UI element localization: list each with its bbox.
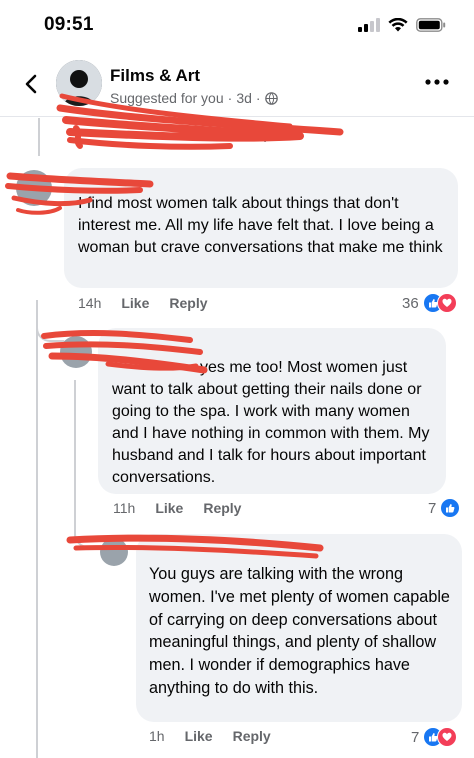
comment-text: I find most women talk about things that… <box>78 195 443 256</box>
view-replies-link[interactable]: replies <box>250 126 294 143</box>
page-avatar[interactable] <box>56 60 102 106</box>
comment-actions: 14h Like Reply <box>78 295 208 311</box>
more-icon[interactable] <box>422 74 452 90</box>
like-button[interactable]: Like <box>185 728 213 744</box>
comment-time[interactable]: 14h <box>78 295 101 311</box>
reply-button[interactable]: Reply <box>169 295 207 311</box>
reaction-count: 7 <box>428 499 437 517</box>
meta-separator: · <box>255 90 261 106</box>
comment-time[interactable]: 11h <box>113 500 135 516</box>
comment-time[interactable]: 1h <box>149 728 165 744</box>
meta-separator: · <box>227 90 233 106</box>
globe-icon <box>264 91 278 105</box>
thread-line <box>38 118 40 156</box>
wifi-icon <box>388 18 408 32</box>
comment-actions: 11h Like Reply <box>113 500 241 516</box>
reply-button[interactable]: Reply <box>203 500 241 516</box>
status-time: 09:51 <box>44 14 94 35</box>
commenter-avatar[interactable] <box>100 538 128 566</box>
like-button[interactable]: Like <box>155 500 183 516</box>
comment-actions: 1h Like Reply <box>149 728 271 744</box>
signal-icon <box>358 18 380 32</box>
comment-text: You guys are talking with the wrong wome… <box>149 565 450 697</box>
thread-curve <box>36 300 64 342</box>
commenter-avatar[interactable] <box>16 170 52 206</box>
like-reaction-icon <box>440 498 461 518</box>
status-icons <box>358 18 446 32</box>
replies-label: replies <box>250 126 295 143</box>
commenter-avatar[interactable] <box>60 336 92 368</box>
love-reaction-icon <box>437 727 458 747</box>
suggested-label: Suggested for you <box>110 90 224 106</box>
reaction-summary[interactable]: 36 <box>402 293 457 313</box>
reaction-summary[interactable]: 7 <box>428 498 461 518</box>
thread-curve <box>74 510 102 548</box>
reaction-count: 7 <box>411 728 420 746</box>
reaction-count: 36 <box>402 294 419 312</box>
comment-text: yes me too! Most women just want to talk… <box>112 359 430 486</box>
love-reaction-icon <box>436 293 457 313</box>
page-name[interactable]: Films & Art <box>110 66 200 86</box>
like-button[interactable]: Like <box>121 295 149 311</box>
header-divider <box>0 116 474 117</box>
post-meta: Suggested for you · 3d · <box>110 90 278 106</box>
post-age[interactable]: 3d <box>236 90 252 106</box>
reaction-summary[interactable]: 7 <box>411 727 458 747</box>
avatar-image <box>56 60 102 106</box>
back-arrow-icon[interactable] <box>20 72 44 96</box>
battery-icon <box>416 18 446 32</box>
thread-line <box>36 300 38 758</box>
reply-button[interactable]: Reply <box>233 728 271 744</box>
